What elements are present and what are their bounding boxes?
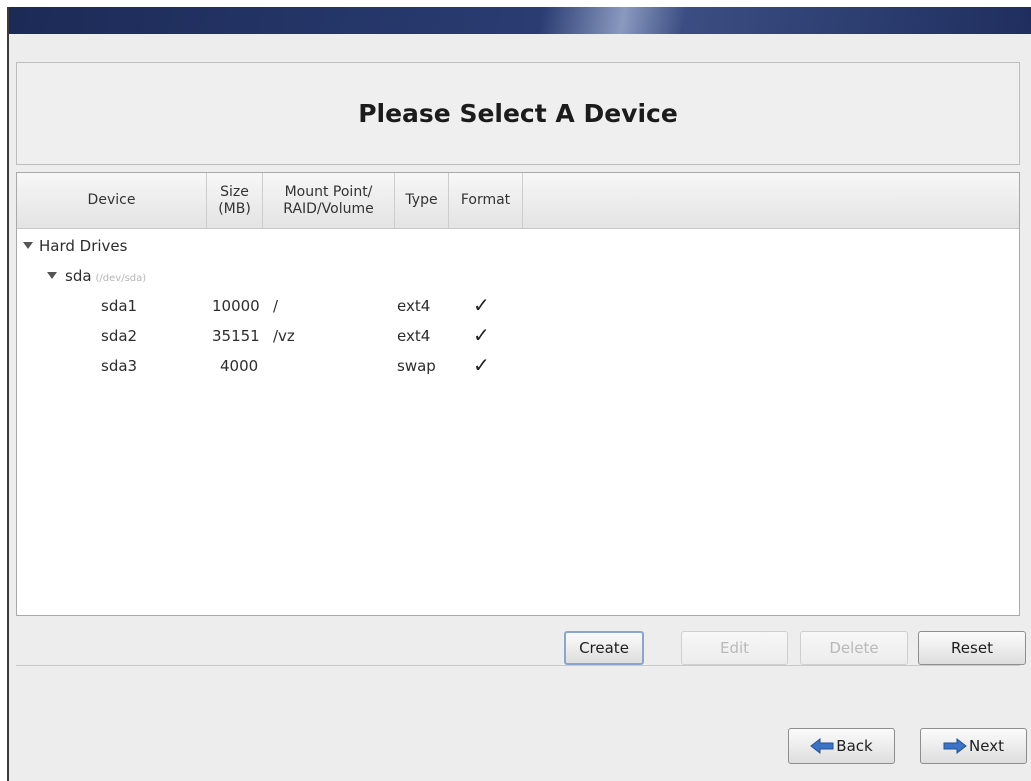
partition-type: ext4 [397,297,431,315]
column-size[interactable]: Size (MB) [207,173,263,228]
column-device[interactable]: Device [17,173,207,228]
partition-device: sda1 [101,297,138,315]
partition-device: sda2 [101,327,138,345]
back-arrow-icon [810,738,834,754]
partition-size: 10000 [212,297,260,315]
format-check-icon: ✓ [473,323,490,347]
disk-label: sda [65,267,92,285]
expander-arrow-icon[interactable] [47,272,57,279]
next-arrow-icon [943,738,967,754]
expander-arrow-icon[interactable] [23,242,33,249]
disk-path-hint: (/dev/sda) [95,273,147,284]
partition-device: sda3 [101,357,138,375]
partition-type: ext4 [397,327,431,345]
header-panel: Please Select A Device [16,62,1020,165]
table-row[interactable]: sda1 10000 / ext4 ✓ [17,293,1019,321]
table-row[interactable]: sda2 35151 /vz ext4 ✓ [17,323,1019,351]
next-button[interactable]: Next [920,728,1027,764]
top-banner [9,7,1031,34]
device-tree[interactable]: Device Size (MB) Mount Point/ RAID/Volum… [16,172,1020,616]
partition-type: swap [397,357,436,375]
group-label: Hard Drives [39,237,128,255]
page-title: Please Select A Device [358,99,678,128]
delete-button[interactable]: Delete [800,631,908,665]
tree-row-disk[interactable]: sda (/dev/sda) [17,263,1019,291]
format-check-icon: ✓ [473,293,490,317]
partition-size: 35151 [212,327,260,345]
tree-row-hard-drives[interactable]: Hard Drives [17,233,1019,261]
edit-button[interactable]: Edit [681,631,788,665]
table-row[interactable]: sda3 4000 swap ✓ [17,353,1019,381]
partition-mount: / [273,297,279,315]
partition-mount: /vz [273,327,295,345]
format-check-icon: ✓ [473,353,490,377]
column-format[interactable]: Format [449,173,523,228]
column-header-bar: Device Size (MB) Mount Point/ RAID/Volum… [17,173,1019,229]
reset-button[interactable]: Reset [918,631,1026,665]
back-button[interactable]: Back [788,728,895,764]
create-button[interactable]: Create [564,631,644,665]
column-mount-point[interactable]: Mount Point/ RAID/Volume [263,173,395,228]
partition-size: 4000 [220,357,259,375]
divider [16,665,1020,666]
column-type[interactable]: Type [395,173,449,228]
